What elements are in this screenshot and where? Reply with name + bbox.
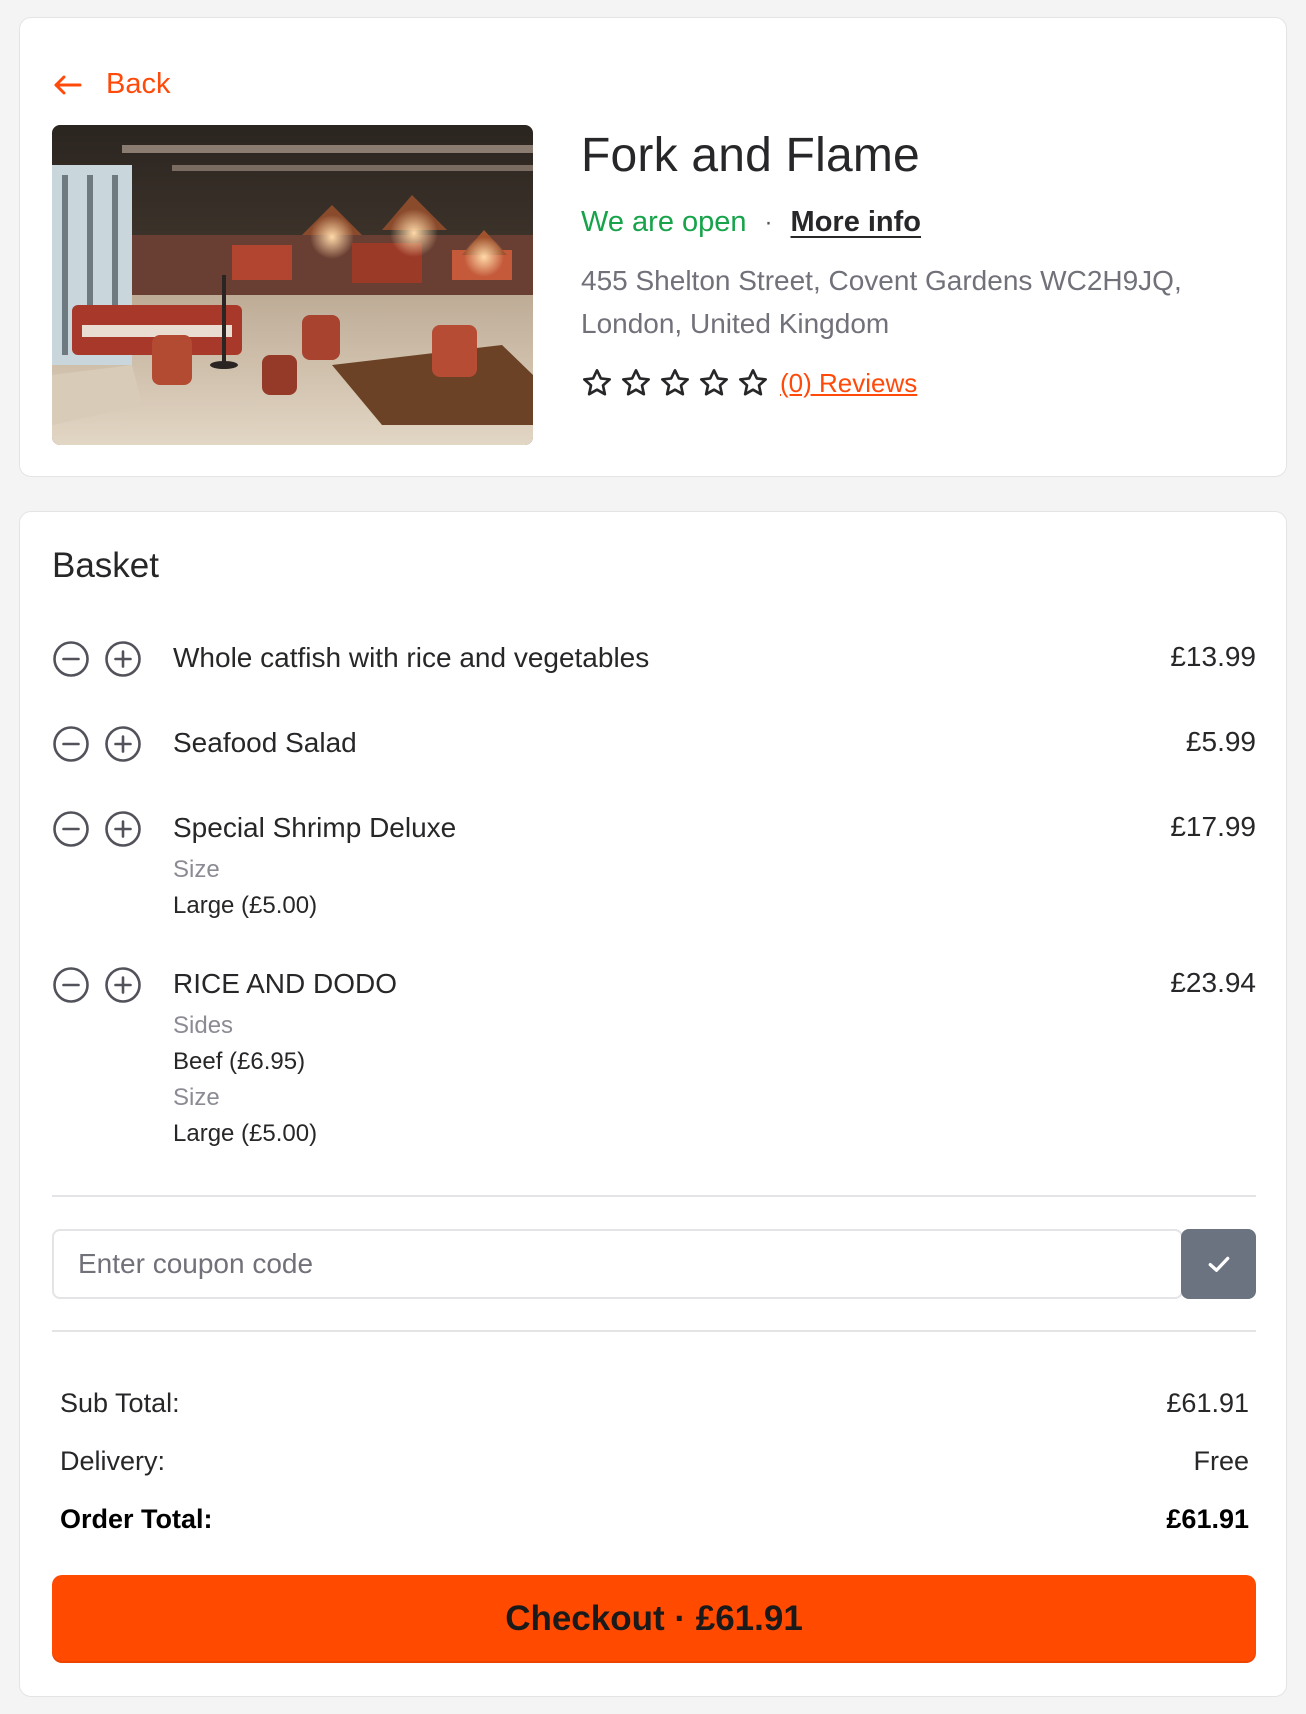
minus-circle-icon bbox=[53, 641, 89, 677]
open-status: We are open bbox=[581, 206, 747, 238]
item-price: £5.99 bbox=[1185, 726, 1256, 757]
item-name: RICE AND DODO bbox=[173, 968, 398, 999]
subtotal-value: £61.91 bbox=[1166, 1388, 1249, 1418]
quantity-controls bbox=[52, 964, 173, 1152]
delivery-label: Delivery: bbox=[60, 1446, 166, 1476]
order-totals: Sub Total: £61.91 Delivery: Free Order T… bbox=[60, 1374, 1249, 1548]
option-label: Size bbox=[173, 856, 220, 883]
plus-circle-icon bbox=[105, 726, 141, 762]
reviews-link[interactable]: (0) Reviews bbox=[780, 368, 917, 399]
item-price: £17.99 bbox=[1170, 811, 1256, 842]
divider bbox=[52, 1330, 1256, 1332]
back-link[interactable]: Back bbox=[52, 68, 170, 101]
basket-item: Seafood Salad £5.99 bbox=[52, 723, 1256, 808]
minus-circle-icon bbox=[53, 967, 89, 1003]
item-price: £13.99 bbox=[1170, 641, 1256, 672]
delivery-row: Delivery: Free bbox=[60, 1432, 1249, 1490]
restaurant-card: Back Fork and Flame We are open · More i… bbox=[19, 17, 1287, 477]
order-total-value: £61.91 bbox=[1166, 1504, 1249, 1534]
delivery-value: Free bbox=[1193, 1446, 1249, 1476]
option-value: Large (£5.00) bbox=[173, 1120, 318, 1147]
more-info-link[interactable]: More info bbox=[791, 206, 922, 239]
quantity-controls bbox=[52, 638, 173, 723]
star-icon bbox=[700, 369, 728, 396]
decrease-quantity-button[interactable] bbox=[52, 966, 90, 1004]
restaurant-address: 455 Shelton Street, Covent Gardens WC2H9… bbox=[581, 265, 1182, 339]
quantity-controls bbox=[52, 808, 173, 964]
restaurant-name: Fork and Flame bbox=[581, 129, 920, 182]
basket-card: Basket Whole catfish with rice and veget… bbox=[19, 511, 1287, 1697]
checkout-button[interactable]: Checkout · £61.91 bbox=[52, 1575, 1256, 1663]
basket-item: RICE AND DODO Sides Beef (£6.95) Size Large … bbox=[52, 964, 1256, 1152]
item-details: Whole catfish with rice and vegetables bbox=[173, 638, 1256, 723]
order-total-row: Order Total: £61.91 bbox=[60, 1490, 1249, 1548]
decrease-quantity-button[interactable] bbox=[52, 640, 90, 678]
subtotal-label: Sub Total: bbox=[60, 1388, 180, 1418]
increase-quantity-button[interactable] bbox=[104, 725, 142, 763]
item-name: Special Shrimp Deluxe bbox=[173, 812, 457, 843]
item-name: Whole catfish with rice and vegetables bbox=[173, 642, 650, 673]
option-label: Size bbox=[173, 1084, 220, 1111]
star-icon bbox=[661, 369, 689, 396]
star-icon bbox=[583, 369, 611, 396]
restaurant-info: Fork and Flame We are open · More info 4… bbox=[581, 128, 1261, 399]
decrease-quantity-button[interactable] bbox=[52, 810, 90, 848]
arrow-left-icon bbox=[54, 75, 82, 94]
minus-circle-icon bbox=[53, 811, 89, 847]
rating-row: (0) Reviews bbox=[581, 367, 1261, 399]
option-label: Sides bbox=[173, 1012, 234, 1039]
increase-quantity-button[interactable] bbox=[104, 810, 142, 848]
basket-item: Whole catfish with rice and vegetables £1… bbox=[52, 638, 1256, 723]
decrease-quantity-button[interactable] bbox=[52, 725, 90, 763]
item-price: £23.94 bbox=[1170, 967, 1256, 998]
status-row: We are open · More info bbox=[581, 206, 1261, 239]
star-icon bbox=[739, 369, 767, 396]
item-details: RICE AND DODO Sides Beef (£6.95) Size Large … bbox=[173, 964, 1256, 1152]
divider bbox=[52, 1195, 1256, 1197]
basket-item: Special Shrimp Deluxe Size Large (£5.00) £1… bbox=[52, 808, 1256, 964]
item-details: Special Shrimp Deluxe Size Large (£5.00) bbox=[173, 808, 1256, 964]
plus-circle-icon bbox=[105, 641, 141, 677]
order-total-label: Order Total: bbox=[60, 1504, 213, 1534]
option-value: Large (£5.00) bbox=[173, 892, 318, 919]
plus-circle-icon bbox=[105, 967, 141, 1003]
basket-items: Whole catfish with rice and vegetables £1… bbox=[52, 638, 1256, 1152]
check-icon bbox=[1208, 1256, 1229, 1272]
increase-quantity-button[interactable] bbox=[104, 966, 142, 1004]
basket-title: Basket bbox=[52, 546, 159, 585]
increase-quantity-button[interactable] bbox=[104, 640, 142, 678]
star-icon bbox=[622, 369, 650, 396]
option-value: Beef (£6.95) bbox=[173, 1048, 306, 1075]
minus-circle-icon bbox=[53, 726, 89, 762]
apply-coupon-button[interactable] bbox=[1181, 1229, 1256, 1299]
subtotal-row: Sub Total: £61.91 bbox=[60, 1374, 1249, 1432]
separator-dot: · bbox=[764, 208, 773, 236]
plus-circle-icon bbox=[105, 811, 141, 847]
item-details: Seafood Salad bbox=[173, 723, 1256, 808]
quantity-controls bbox=[52, 723, 173, 808]
restaurant-image bbox=[52, 125, 533, 445]
back-label: Back bbox=[106, 68, 171, 100]
coupon-input[interactable] bbox=[52, 1229, 1183, 1299]
item-name: Seafood Salad bbox=[173, 727, 357, 758]
